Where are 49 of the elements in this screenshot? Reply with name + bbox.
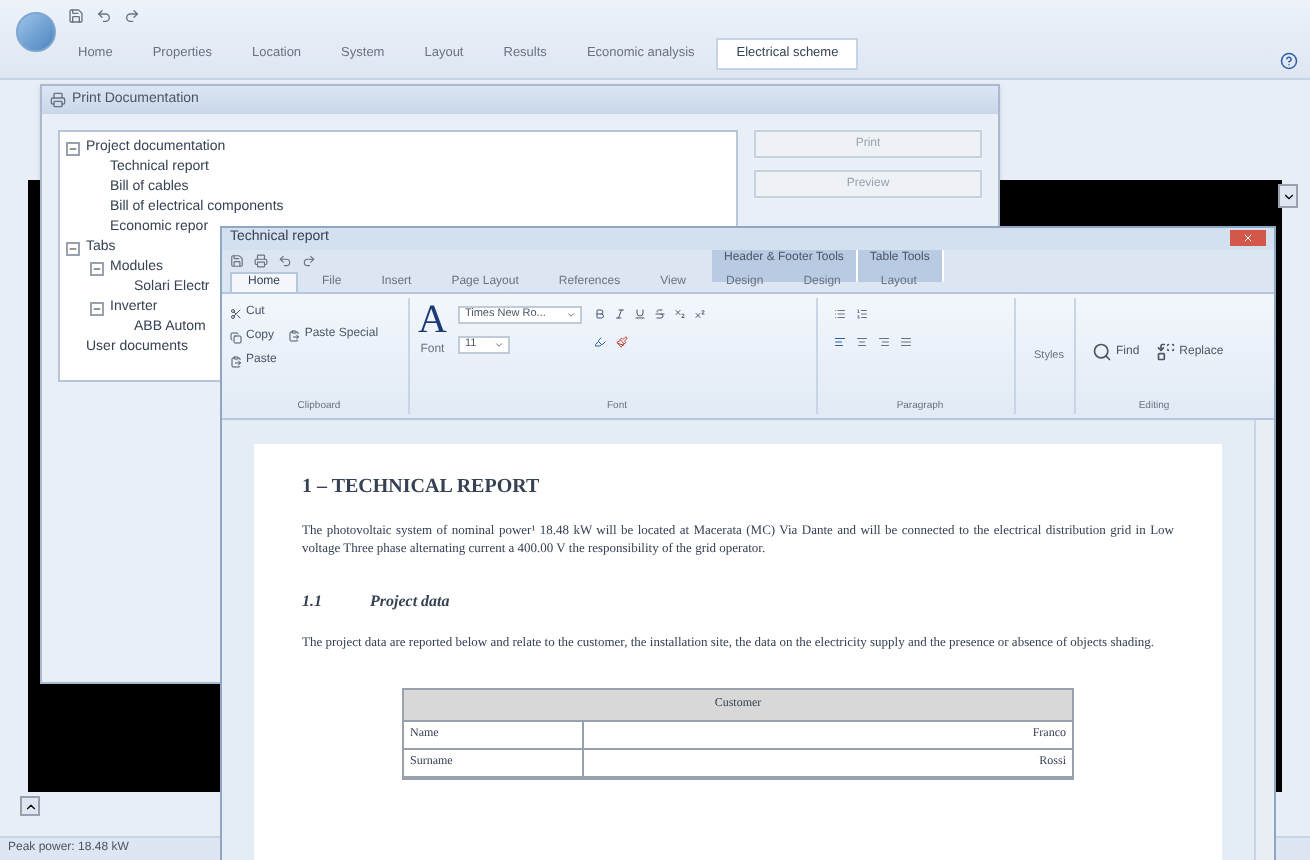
font-letter-icon: A: [418, 298, 447, 342]
minus-icon: [92, 263, 102, 273]
document-heading: 1 – TECHNICAL REPORT: [302, 474, 542, 502]
printer-icon[interactable]: [254, 254, 268, 268]
align-left-icon[interactable]: [834, 336, 846, 348]
subscript-icon[interactable]: [674, 308, 687, 320]
vertical-scrollbar[interactable]: [1254, 420, 1274, 860]
align-right-icon[interactable]: [878, 336, 890, 348]
superscript-icon[interactable]: [694, 308, 707, 320]
minus-icon: [68, 143, 78, 153]
section-number: 1.1: [302, 590, 322, 614]
collapse-icon[interactable]: [90, 301, 104, 315]
collapse-icon[interactable]: [90, 261, 104, 275]
save-icon[interactable]: [230, 254, 244, 268]
redo-icon[interactable]: [302, 254, 316, 268]
justify-icon[interactable]: [900, 336, 912, 348]
replace-icon: [1155, 342, 1176, 363]
strikethrough-icon[interactable]: [654, 308, 667, 320]
minus-icon: [92, 303, 102, 313]
clipboard-icon: [288, 329, 301, 341]
chevron-down-icon: [1281, 189, 1295, 203]
close-button[interactable]: [1230, 230, 1266, 246]
undo-icon[interactable]: [96, 8, 112, 24]
clipboard-icon: [230, 355, 242, 367]
align-center-icon[interactable]: [856, 336, 868, 348]
collapse-icon[interactable]: [66, 241, 80, 255]
undo-icon[interactable]: [278, 254, 292, 268]
section-heading: Project data: [370, 590, 450, 614]
close-icon: [1242, 232, 1254, 244]
chevron-up-icon: [23, 799, 37, 813]
search-icon: [1092, 342, 1112, 363]
collapse-icon[interactable]: [66, 141, 80, 155]
printer-icon: [50, 92, 66, 108]
scroll-up-button[interactable]: [20, 796, 40, 816]
numbered-list-icon[interactable]: [856, 308, 868, 320]
minus-icon: [68, 243, 78, 253]
underline-icon[interactable]: [634, 308, 647, 320]
scissors-icon: [230, 307, 242, 319]
copy-icon: [230, 331, 242, 343]
brush-icon[interactable]: [616, 336, 629, 348]
redo-icon[interactable]: [124, 8, 140, 24]
bullet-list-icon[interactable]: [834, 308, 846, 320]
italic-icon[interactable]: [614, 308, 627, 320]
help-icon[interactable]: [1280, 52, 1298, 70]
bold-icon[interactable]: [594, 308, 607, 320]
save-icon[interactable]: [68, 8, 84, 24]
highlighter-icon[interactable]: [594, 336, 607, 348]
app-logo-icon[interactable]: [16, 12, 56, 52]
scroll-button[interactable]: [1278, 184, 1298, 208]
